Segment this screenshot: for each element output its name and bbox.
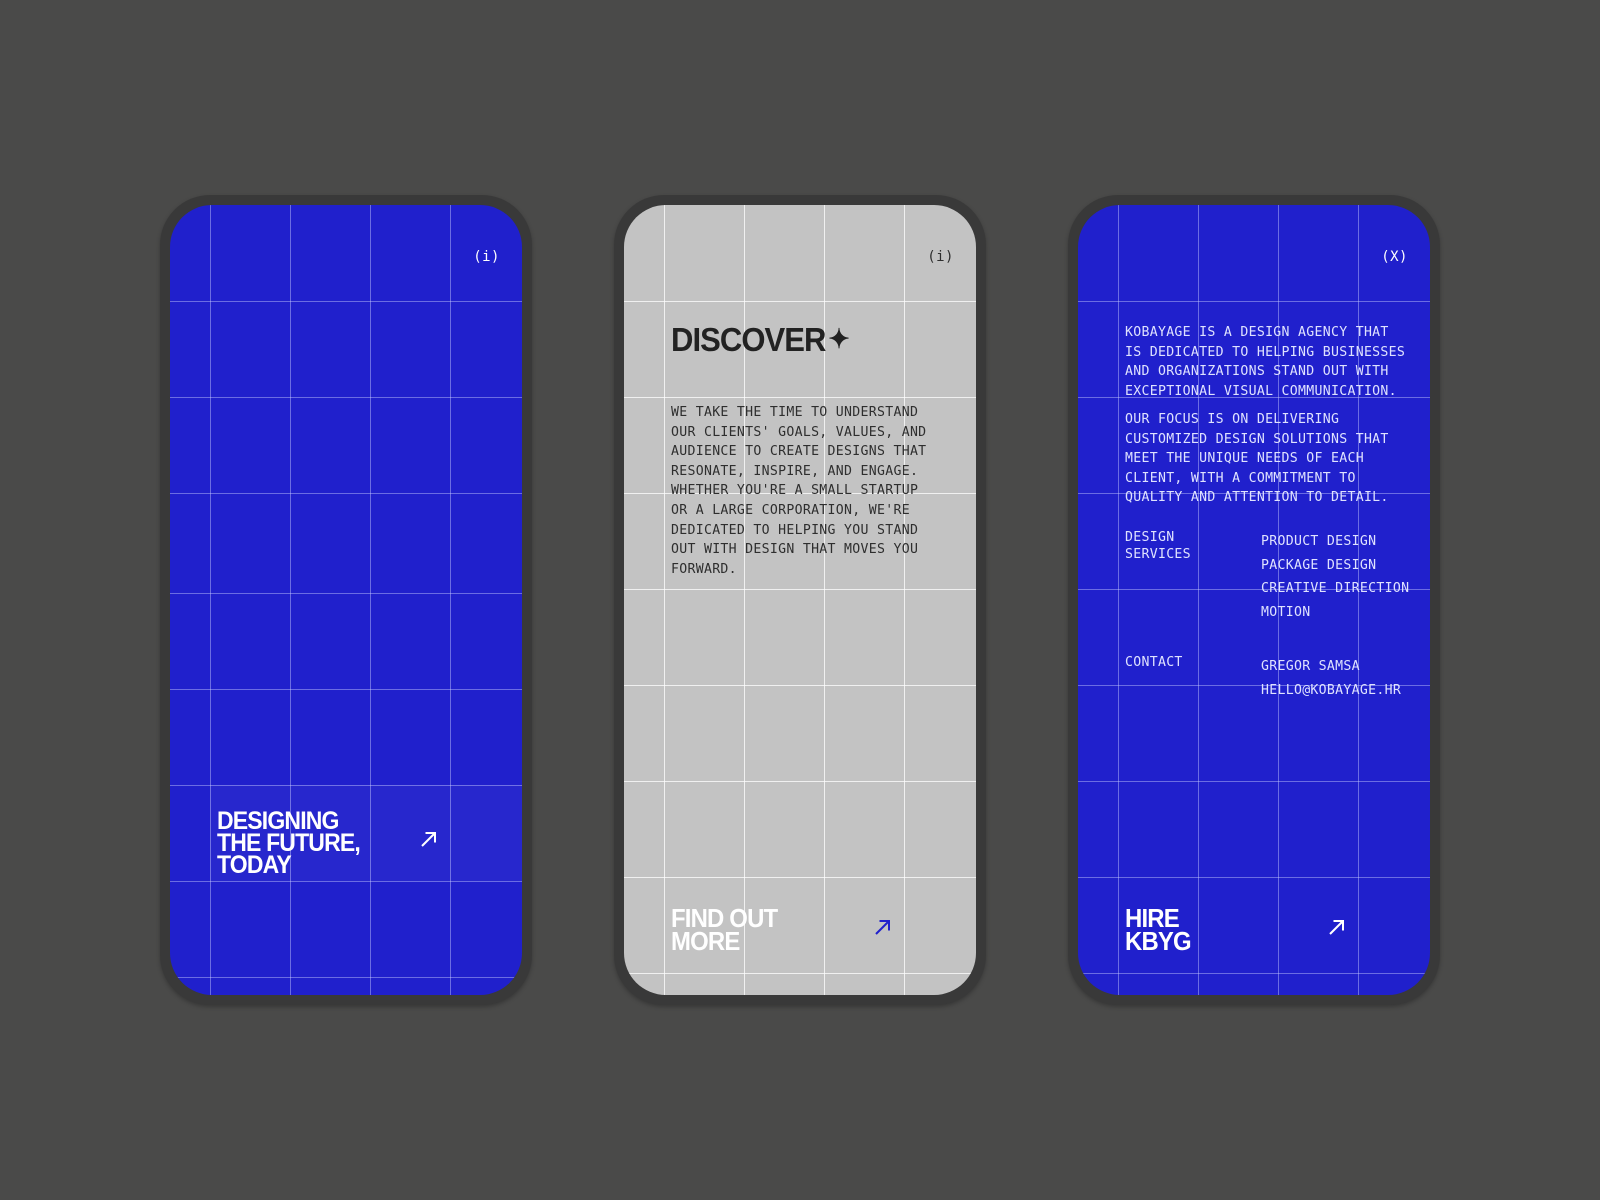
screen-home-content: (i) DESIGNING THE FUTURE, TODAY — [170, 205, 522, 995]
contact-email[interactable]: HELLO@KOBAYAGE.HR — [1261, 679, 1430, 703]
cta-hire-kbyg[interactable]: HIRE KBYG — [1118, 877, 1430, 973]
cta-label: FIND OUT MORE — [671, 903, 778, 956]
list-item[interactable]: CREATIVE DIRECTION — [1261, 577, 1430, 601]
phone-device-discover: (i) DISCOVER ✦ WE TAKE THE TIME TO UNDER… — [614, 195, 986, 1005]
cta-designing-the-future[interactable]: DESIGNING THE FUTURE, TODAY — [210, 785, 522, 881]
contact-row: CONTACT GREGOR SAMSA HELLO@KOBAYAGE.HR — [1125, 655, 1430, 702]
design-services-row: DESIGN SERVICES PRODUCT DESIGN PACKAGE D… — [1125, 530, 1430, 624]
cta-find-out-more[interactable]: FIND OUT MORE — [664, 877, 976, 973]
arrow-up-right-icon[interactable] — [869, 913, 897, 941]
arrow-up-right-icon[interactable] — [1323, 913, 1351, 941]
cta-label: HIRE KBYG — [1125, 903, 1192, 956]
close-icon[interactable]: (X) — [1381, 249, 1408, 265]
cta-label: DESIGNING THE FUTURE, TODAY — [217, 807, 361, 879]
sparkle-icon: ✦ — [828, 323, 849, 354]
info-icon[interactable]: (i) — [927, 249, 954, 265]
contact-label: CONTACT — [1125, 655, 1183, 670]
contact-person: GREGOR SAMSA — [1261, 659, 1360, 674]
screen-about: (X) KOBAYAGE IS A DESIGN AGENCY THAT IS … — [1078, 205, 1430, 995]
arrow-up-right-icon[interactable] — [415, 825, 443, 853]
design-services-list: PRODUCT DESIGN PACKAGE DESIGN CREATIVE D… — [1261, 530, 1430, 624]
list-item[interactable]: MOTION — [1261, 601, 1430, 625]
contact-list: GREGOR SAMSA HELLO@KOBAYAGE.HR — [1261, 655, 1430, 702]
phone-device-home: (i) DESIGNING THE FUTURE, TODAY — [160, 195, 532, 1005]
list-item[interactable]: PRODUCT DESIGN — [1261, 530, 1430, 554]
phone-device-about: (X) KOBAYAGE IS A DESIGN AGENCY THAT IS … — [1068, 195, 1440, 1005]
about-focus-text: OUR FOCUS IS ON DELIVERING CUSTOMIZED DE… — [1125, 412, 1389, 506]
list-item[interactable]: PACKAGE DESIGN — [1261, 554, 1430, 578]
screen-discover-content: (i) DISCOVER ✦ WE TAKE THE TIME TO UNDER… — [624, 205, 976, 995]
page-title: DISCOVER ✦ — [671, 321, 850, 359]
info-icon[interactable]: (i) — [473, 249, 500, 265]
about-intro-text: KOBAYAGE IS A DESIGN AGENCY THAT IS DEDI… — [1125, 325, 1406, 399]
screen-about-content: (X) KOBAYAGE IS A DESIGN AGENCY THAT IS … — [1078, 205, 1430, 995]
phone-mockup-stage: (i) DESIGNING THE FUTURE, TODAY (i) DISC… — [0, 0, 1600, 1200]
page-title-text: DISCOVER — [671, 321, 826, 358]
screen-discover: (i) DISCOVER ✦ WE TAKE THE TIME TO UNDER… — [624, 205, 976, 995]
screen-home: (i) DESIGNING THE FUTURE, TODAY — [170, 205, 522, 995]
discover-body-text: WE TAKE THE TIME TO UNDERSTAND OUR CLIEN… — [671, 405, 927, 577]
design-services-label: DESIGN SERVICES — [1125, 530, 1191, 562]
